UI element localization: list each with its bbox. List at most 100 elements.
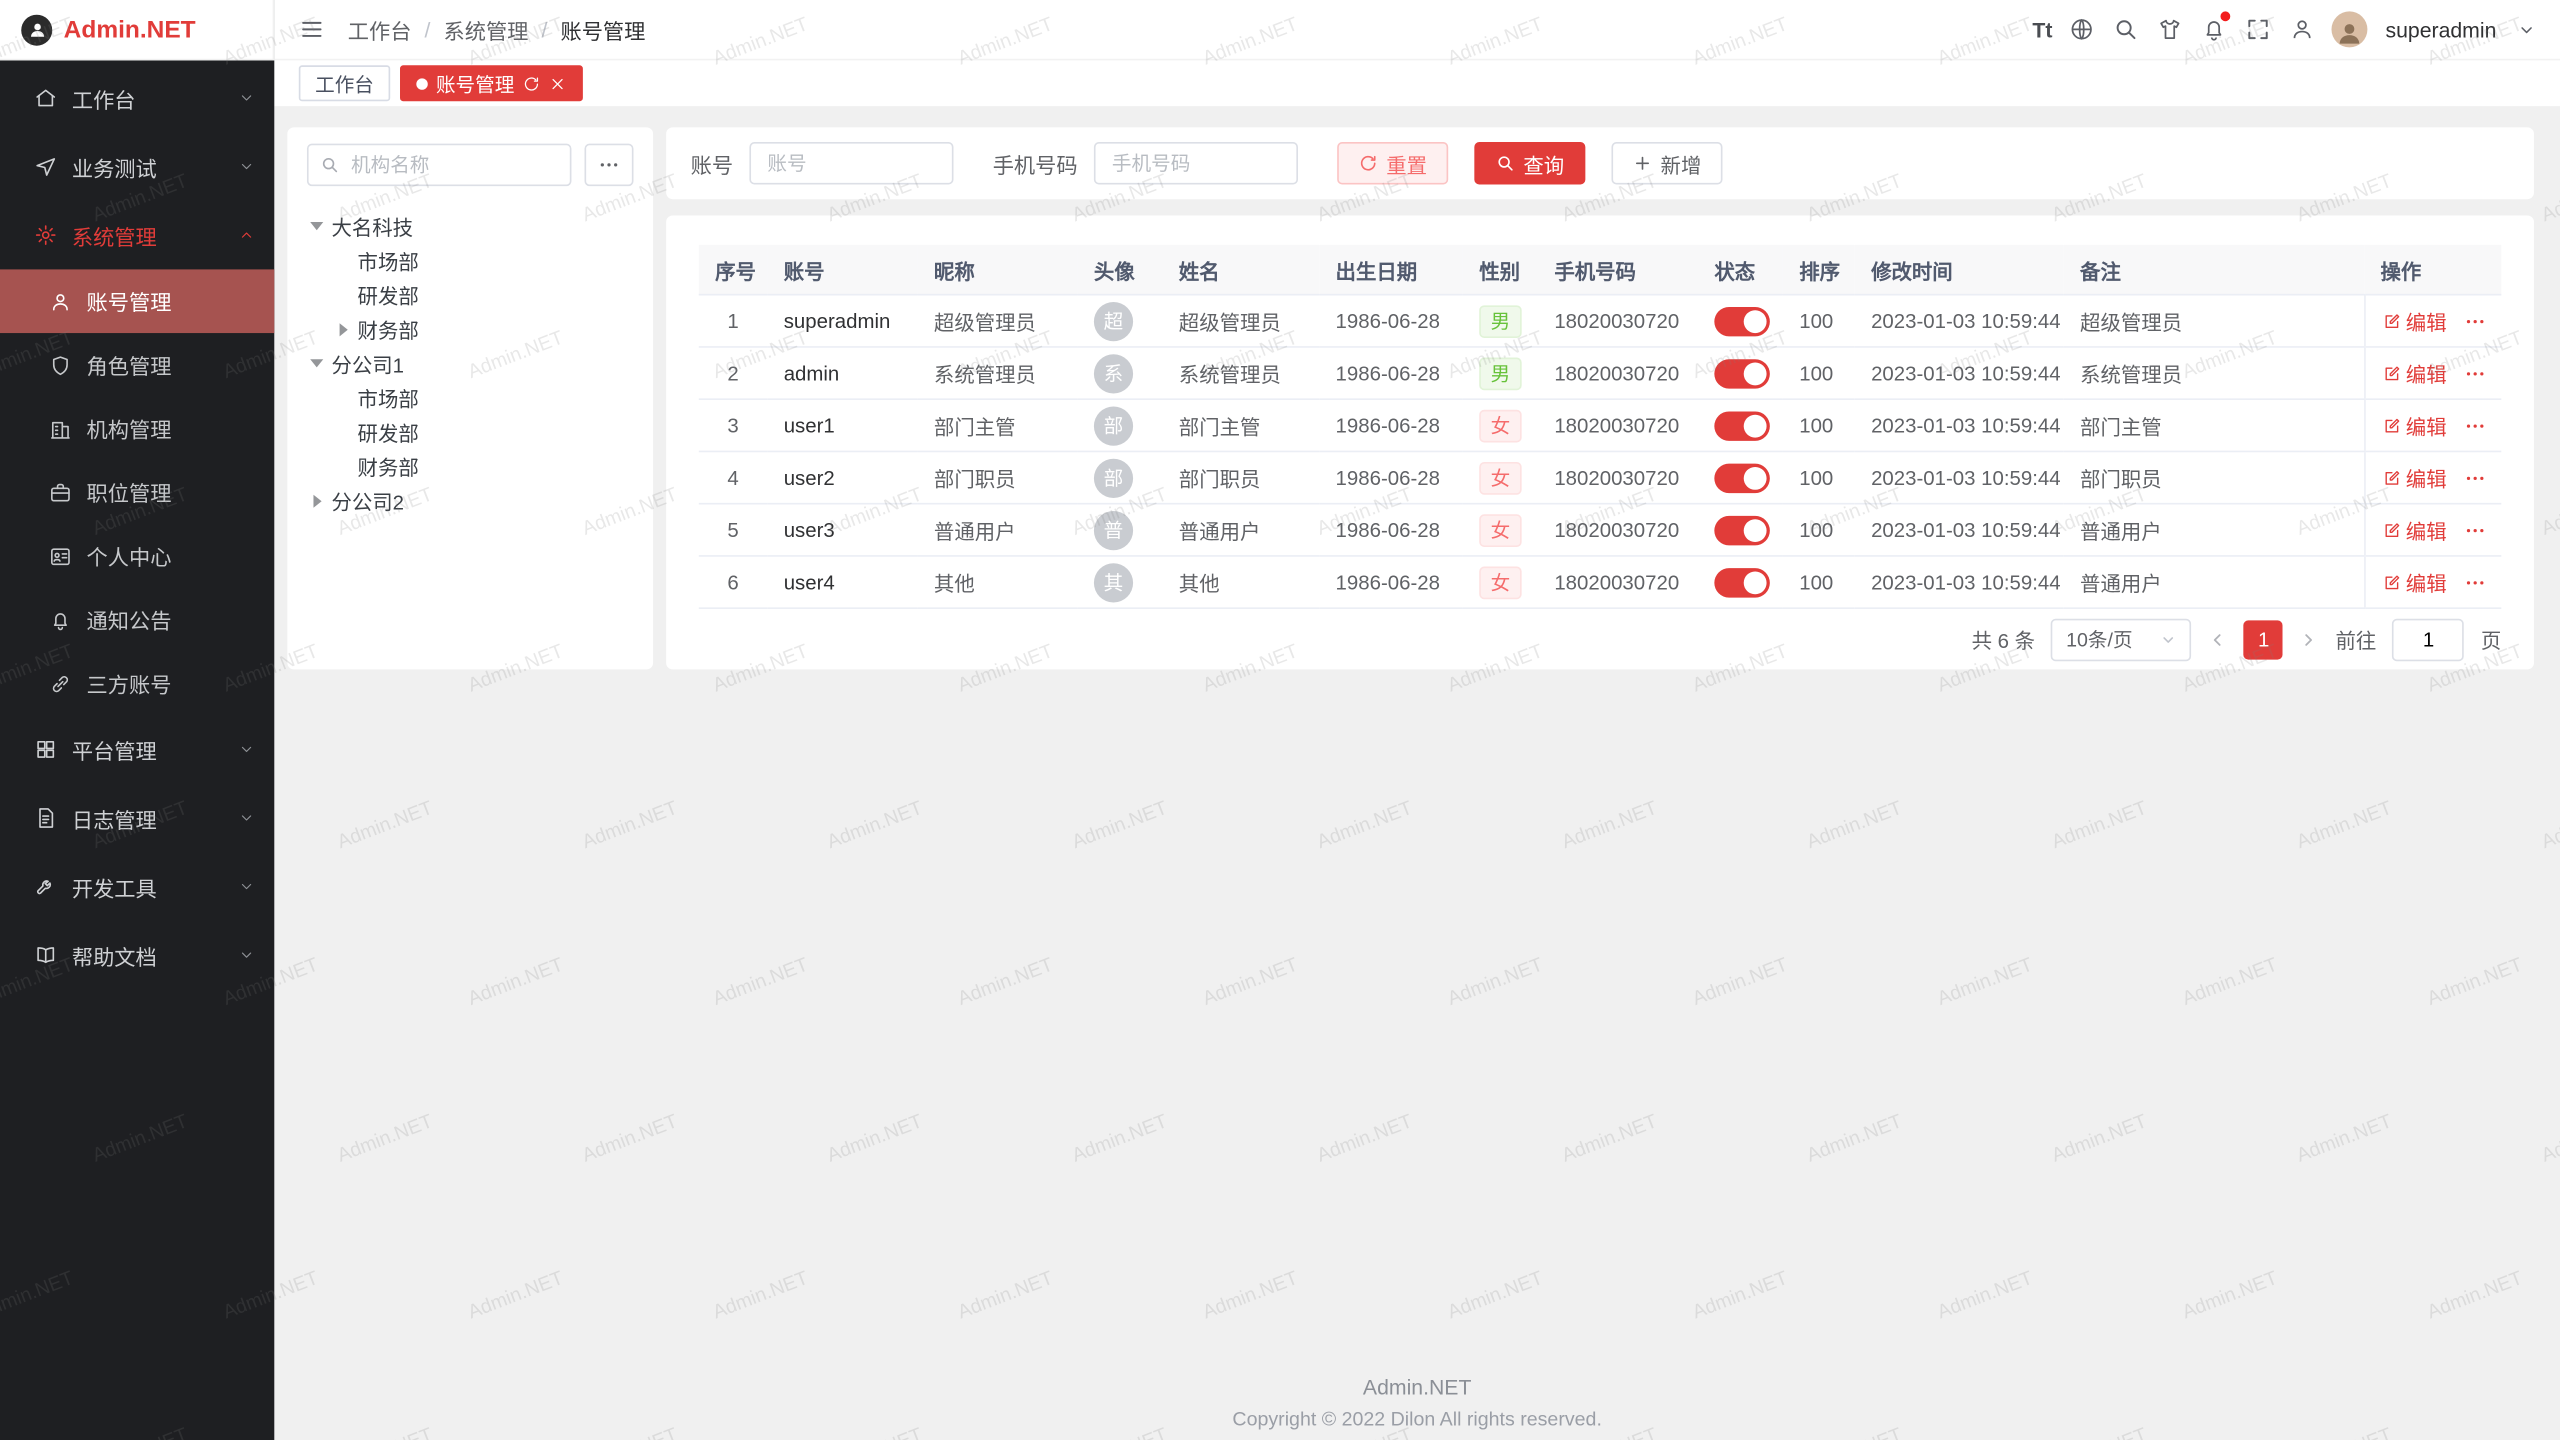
caret-right-icon[interactable] xyxy=(307,491,327,511)
more-actions-button[interactable] xyxy=(2463,571,2486,594)
status-toggle[interactable] xyxy=(1714,515,1770,544)
globe-icon[interactable] xyxy=(2067,15,2096,44)
goto-page-input[interactable] xyxy=(2393,618,2465,660)
tree-node[interactable]: 研发部 xyxy=(307,278,634,312)
cell-no: 1 xyxy=(699,295,768,347)
caret-down-icon[interactable] xyxy=(307,353,327,373)
cell-nickname: 部门主管 xyxy=(918,399,1078,451)
tab-refresh-button[interactable] xyxy=(523,74,541,92)
tree-node[interactable]: 大名科技 xyxy=(307,209,634,243)
more-actions-button[interactable] xyxy=(2463,362,2486,385)
more-actions-button[interactable] xyxy=(2463,414,2486,437)
table-row: 4user2部门职员部部门职员1986-06-28女18020030720100… xyxy=(699,451,2502,503)
row-avatar: 系 xyxy=(1094,353,1133,392)
edit-button[interactable]: 编辑 xyxy=(2381,305,2446,336)
page-button-1[interactable]: 1 xyxy=(2244,620,2283,659)
sidebar-item-personal-center[interactable]: 个人中心 xyxy=(0,524,274,588)
theme-icon[interactable] xyxy=(2155,15,2184,44)
footer: Admin.NET Copyright © 2022 Dilon All rig… xyxy=(274,1375,2560,1431)
tab-workbench[interactable]: 工作台 xyxy=(299,65,390,101)
phone-input[interactable] xyxy=(1094,142,1298,184)
tree-node[interactable]: 市场部 xyxy=(307,243,634,277)
status-toggle[interactable] xyxy=(1714,306,1770,335)
username[interactable]: superadmin xyxy=(2385,17,2496,41)
page-size-select[interactable]: 10条/页 xyxy=(2051,618,2191,660)
chevron-down-icon[interactable] xyxy=(2511,15,2540,44)
edit-button[interactable]: 编辑 xyxy=(2381,462,2446,493)
cell-no: 4 xyxy=(699,451,768,503)
query-button[interactable]: 查询 xyxy=(1474,142,1585,184)
notification-bell-icon[interactable] xyxy=(2199,15,2228,44)
breadcrumb-item[interactable]: 工作台 xyxy=(348,14,412,45)
sidebar-item-third-party-account[interactable]: 三方账号 xyxy=(0,651,274,715)
more-actions-button[interactable] xyxy=(2463,466,2486,489)
sidebar-item-dev-tools[interactable]: 开发工具 xyxy=(0,852,274,921)
org-search-input[interactable] xyxy=(307,144,571,186)
search-icon[interactable] xyxy=(2111,15,2140,44)
tree-node[interactable]: 分公司2 xyxy=(307,483,634,517)
account-input[interactable] xyxy=(749,142,953,184)
tree-node[interactable]: 研发部 xyxy=(307,415,634,449)
cell-status xyxy=(1698,399,1783,451)
edit-button[interactable]: 编辑 xyxy=(2381,514,2446,545)
tree-more-button[interactable] xyxy=(585,144,634,186)
cell-modified-time: 2023-01-03 10:59:44 xyxy=(1855,295,2064,347)
docs-icon xyxy=(34,944,57,967)
add-label: 新增 xyxy=(1661,148,1702,179)
sidebar-item-role-management[interactable]: 角色管理 xyxy=(0,333,274,397)
status-toggle[interactable] xyxy=(1714,411,1770,440)
platform-icon xyxy=(34,738,57,761)
breadcrumb-item[interactable]: 系统管理 xyxy=(444,14,529,45)
status-toggle[interactable] xyxy=(1714,567,1770,596)
hamburger-icon[interactable] xyxy=(297,15,326,44)
tab-account-management[interactable]: 账号管理 xyxy=(400,65,583,101)
sidebar-item-platform-management[interactable]: 平台管理 xyxy=(0,715,274,784)
cell-phone: 18020030720 xyxy=(1538,504,1698,556)
footer-copyright: Copyright © 2022 Dilon All rights reserv… xyxy=(274,1407,2560,1430)
edit-button[interactable]: 编辑 xyxy=(2381,358,2446,389)
caret-right-icon[interactable] xyxy=(333,319,353,339)
fullscreen-icon[interactable] xyxy=(2243,15,2272,44)
tree-node-label: 市场部 xyxy=(358,382,419,413)
reset-button[interactable]: 重置 xyxy=(1337,142,1448,184)
sidebar-item-help-docs[interactable]: 帮助文档 xyxy=(0,921,274,990)
sidebar-item-label: 平台管理 xyxy=(72,734,157,765)
notification-badge xyxy=(2221,11,2231,21)
user-profile-icon[interactable] xyxy=(2288,15,2317,44)
column-header: 修改时间 xyxy=(1855,245,2064,295)
tab-close-button[interactable] xyxy=(549,74,567,92)
cell-name: 超级管理员 xyxy=(1162,295,1319,347)
cell-gender: 男 xyxy=(1463,347,1538,399)
edit-button[interactable]: 编辑 xyxy=(2381,567,2446,598)
cell-avatar: 部 xyxy=(1078,451,1163,503)
sidebar-item-org-management[interactable]: 机构管理 xyxy=(0,397,274,461)
sidebar-item-business-test[interactable]: 业务测试 xyxy=(0,132,274,201)
caret-down-icon[interactable] xyxy=(307,216,327,236)
sidebar-item-notice[interactable]: 通知公告 xyxy=(0,588,274,652)
tree-node[interactable]: 市场部 xyxy=(307,380,634,414)
gender-tag: 女 xyxy=(1479,409,1521,442)
tree-node[interactable]: 分公司1 xyxy=(307,346,634,380)
more-icon xyxy=(2463,518,2486,541)
breadcrumb: 工作台/系统管理/账号管理 xyxy=(348,14,646,45)
more-actions-button[interactable] xyxy=(2463,518,2486,541)
sidebar-item-system-management[interactable]: 系统管理 xyxy=(0,201,274,270)
chevron-right-icon xyxy=(2300,629,2320,649)
sidebar-item-position-management[interactable]: 职位管理 xyxy=(0,460,274,524)
prev-page-button[interactable] xyxy=(2208,629,2228,649)
status-toggle[interactable] xyxy=(1714,358,1770,387)
add-button[interactable]: 新增 xyxy=(1612,142,1723,184)
tree-node[interactable]: 财务部 xyxy=(307,449,634,483)
next-page-button[interactable] xyxy=(2300,629,2320,649)
more-actions-button[interactable] xyxy=(2463,309,2486,332)
logo[interactable]: Admin.NET xyxy=(0,0,274,60)
sidebar-item-workbench[interactable]: 工作台 xyxy=(0,64,274,133)
breadcrumb-item[interactable]: 账号管理 xyxy=(560,14,645,45)
sidebar-item-log-management[interactable]: 日志管理 xyxy=(0,784,274,853)
avatar[interactable] xyxy=(2332,11,2368,47)
tree-node[interactable]: 财务部 xyxy=(307,312,634,346)
sidebar-item-account-management[interactable]: 账号管理 xyxy=(0,269,274,333)
status-toggle[interactable] xyxy=(1714,463,1770,492)
edit-button[interactable]: 编辑 xyxy=(2381,410,2446,441)
font-size-icon[interactable]: Tt xyxy=(2032,15,2052,44)
